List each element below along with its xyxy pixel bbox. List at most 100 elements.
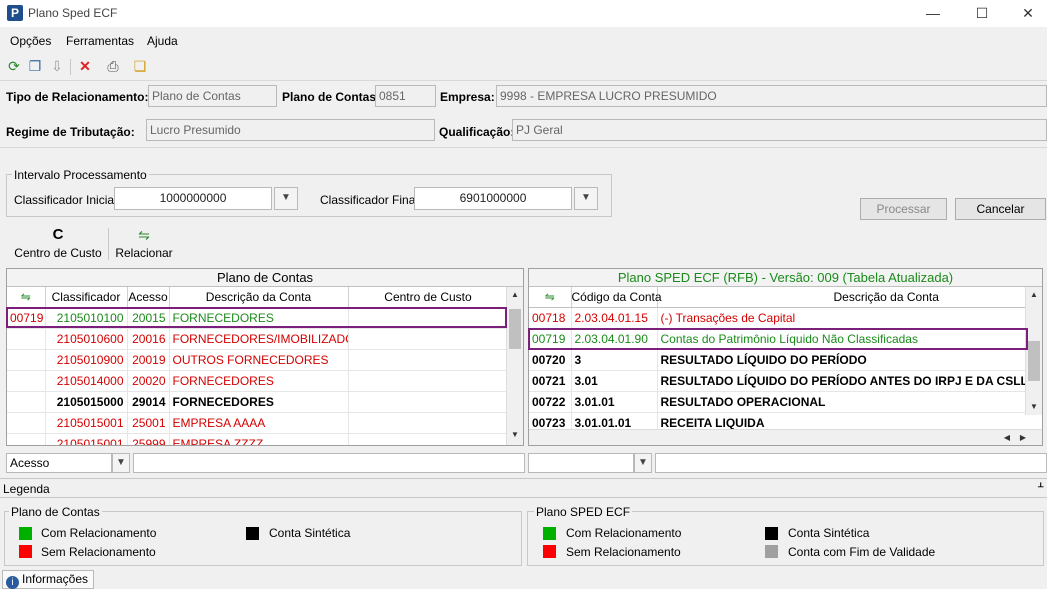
menu-ferramentas[interactable]: Ferramentas: [66, 34, 134, 48]
filter-right-select[interactable]: [528, 453, 634, 473]
scroll-up-icon[interactable]: ▲: [1026, 287, 1042, 303]
col-acesso[interactable]: Acesso: [127, 287, 170, 308]
minimize-button[interactable]: —: [910, 0, 956, 27]
download-icon[interactable]: ⇩: [48, 57, 66, 75]
col-codigo-conta[interactable]: Código da Conta: [571, 287, 662, 308]
menu-opcoes[interactable]: Opções: [10, 34, 51, 48]
copy-icon[interactable]: ❐: [26, 57, 44, 75]
filter-right-input[interactable]: [655, 453, 1047, 473]
col-descricao[interactable]: Descrição da Conta: [169, 287, 349, 308]
conta-sintetica-label: Conta Sintética: [788, 526, 870, 540]
scroll-thumb[interactable]: [509, 309, 521, 349]
regime-label: Regime de Tributação:: [6, 125, 135, 139]
link-icon: ⇋: [138, 227, 150, 243]
centro-de-custo-button[interactable]: C Centro de Custo: [8, 224, 108, 264]
qualificacao-field: PJ Geral: [512, 119, 1047, 141]
table-row[interactable]: 00721 3.01 RESULTADO LÍQUIDO DO PERÍODO AN…: [529, 370, 1042, 392]
relation-column-icon[interactable]: ⇋: [529, 287, 572, 308]
row-acesso: 20020: [127, 370, 170, 392]
vertical-scrollbar[interactable]: ▲ ▼: [1025, 287, 1042, 415]
maximize-button[interactable]: ☐: [959, 0, 1005, 27]
relacionar-button[interactable]: ⇋ Relacionar: [111, 224, 177, 264]
close-button[interactable]: ✕: [1005, 0, 1047, 27]
filter-right-dropdown[interactable]: ▼: [634, 453, 652, 473]
scroll-left-icon[interactable]: ◀: [999, 430, 1015, 445]
row-centro: [348, 349, 509, 371]
row-descricao: RESULTADO LÍQUIDO DO PERÍODO: [657, 349, 1042, 371]
divider: [0, 478, 1047, 479]
row-centro: [348, 391, 509, 413]
table-row[interactable]: 2105015000 29014 FORNECEDORES: [7, 391, 509, 413]
toolbar: ⟳ ❐ ⇩ ✕ ⎙ ❏: [0, 54, 1047, 78]
legenda-plano-title: Plano de Contas: [9, 505, 102, 519]
refresh-icon[interactable]: ⟳: [5, 57, 23, 75]
col-classificador[interactable]: Classificador: [45, 287, 128, 308]
table-row[interactable]: 00722 3.01.01 RESULTADO OPERACIONAL: [529, 391, 1042, 413]
divider: [0, 80, 1047, 81]
classificador-final-dropdown[interactable]: ▼: [574, 187, 598, 210]
tipo-field: Plano de Contas: [148, 85, 277, 107]
centro-icon: C: [52, 226, 64, 243]
col-descricao-conta[interactable]: Descrição da Conta: [657, 287, 1042, 308]
scroll-down-icon[interactable]: ▼: [507, 427, 523, 443]
table-row[interactable]: 00718 2.03.04.01.15 (-) Transações de Capi…: [529, 307, 1042, 329]
classificador-inicial-input[interactable]: 1000000000: [114, 187, 272, 210]
row-acesso: 25999: [127, 433, 170, 445]
chevron-down-icon: ▼: [281, 192, 291, 203]
plano-contas-title: Plano de Contas: [7, 269, 523, 287]
filter-field-select[interactable]: Acesso: [6, 453, 112, 473]
col-centro-custo[interactable]: Centro de Custo: [348, 287, 509, 308]
row-centro: [348, 433, 509, 445]
row-classificador: 2105010600: [45, 328, 128, 350]
scroll-up-icon[interactable]: ▲: [507, 287, 523, 303]
row-code: 00718: [529, 307, 572, 329]
title-bar: P Plano Sped ECF — ☐ ✕: [0, 0, 1047, 27]
relacionar-label: Relacionar: [115, 246, 173, 260]
row-descricao: FORNECEDORES/IMOBILIZADO: [169, 328, 349, 350]
processar-button[interactable]: Processar: [860, 198, 947, 220]
relation-column-icon[interactable]: ⇋: [7, 287, 46, 308]
table-row[interactable]: 00720 3 RESULTADO LÍQUIDO DO PERÍODO: [529, 349, 1042, 371]
row-descricao: FORNECEDORES: [169, 391, 349, 413]
table-row[interactable]: 2105015001 25999 EMPRESA ZZZZ: [7, 433, 509, 445]
filter-left-input[interactable]: [133, 453, 525, 473]
row-acesso: 20016: [127, 328, 170, 350]
pin-icon[interactable]: ᚆ: [1038, 480, 1043, 493]
informacoes-tab[interactable]: i Informações: [2, 570, 94, 589]
regime-field: Lucro Presumido: [146, 119, 435, 141]
row-code: [7, 412, 46, 434]
window-title: Plano Sped ECF: [28, 6, 118, 20]
open-folder-icon[interactable]: ❏: [131, 57, 149, 75]
vertical-scrollbar[interactable]: ▲ ▼: [506, 287, 523, 445]
chevron-down-icon: ▼: [638, 457, 648, 468]
scroll-right-icon[interactable]: ▶: [1015, 430, 1031, 445]
classificador-inicial-dropdown[interactable]: ▼: [274, 187, 298, 210]
plano-sped-title: Plano SPED ECF (RFB) - Versão: 009 (Tabe…: [529, 269, 1042, 287]
plano-sped-grid: Plano SPED ECF (RFB) - Versão: 009 (Tabe…: [528, 268, 1043, 446]
filter-dropdown[interactable]: ▼: [112, 453, 130, 473]
table-row[interactable]: 2105010900 20019 OUTROS FORNECEDORES: [7, 349, 509, 371]
table-row[interactable]: 2105010600 20016 FORNECEDORES/IMOBILIZADO: [7, 328, 509, 350]
classificador-final-input[interactable]: 6901000000: [414, 187, 572, 210]
chevron-down-icon: ▼: [581, 192, 591, 203]
intervalo-title: Intervalo Processamento: [12, 168, 149, 182]
menu-ajuda[interactable]: Ajuda: [147, 34, 178, 48]
menu-bar: Opções Ferramentas Ajuda: [0, 30, 1047, 52]
row-acesso: 20019: [127, 349, 170, 371]
cancelar-button[interactable]: Cancelar: [955, 198, 1046, 220]
print-icon[interactable]: ⎙: [104, 57, 122, 75]
row-classificador: 2105010900: [45, 349, 128, 371]
table-row[interactable]: 2105014000 20020 FORNECEDORES: [7, 370, 509, 392]
table-row[interactable]: 2105015001 25001 EMPRESA AAAA: [7, 412, 509, 434]
row-descricao: FORNECEDORES: [169, 370, 349, 392]
conta-sintetica-label: Conta Sintética: [269, 526, 351, 540]
scroll-thumb[interactable]: [1028, 341, 1040, 381]
delete-icon[interactable]: ✕: [76, 57, 94, 75]
conta-sintetica-swatch: [246, 527, 259, 540]
scroll-down-icon[interactable]: ▼: [1026, 399, 1042, 415]
row-descricao: EMPRESA AAAA: [169, 412, 349, 434]
horizontal-scrollbar[interactable]: ◀ ▶: [529, 429, 1042, 445]
row-code: [7, 349, 46, 371]
sem-relacionamento-label: Sem Relacionamento: [41, 545, 156, 559]
row-code: [7, 370, 46, 392]
